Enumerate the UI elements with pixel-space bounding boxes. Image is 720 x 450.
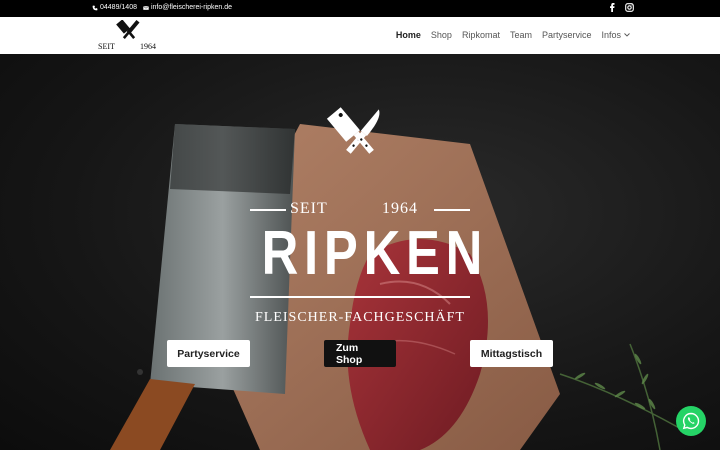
- site-logo[interactable]: SEIT 1964: [96, 19, 162, 52]
- site-header: SEIT 1964 Home Shop Ripkomat Team Partys…: [0, 17, 720, 54]
- top-bar: 04489/1408 info@fleischerei-ripken.de: [0, 0, 720, 17]
- crossed-knives-icon: [326, 107, 380, 154]
- hero-logo: SEIT 1964 RIPKEN FLEISCHER-FACHGESCHÄFT: [240, 104, 489, 334]
- nav-team-label: Team: [509, 30, 532, 40]
- hero-year: 1964: [382, 200, 418, 217]
- nav-infos-label: Infos: [601, 30, 621, 40]
- nav-partyservice-label: Partyservice: [541, 30, 592, 40]
- phone-icon: [92, 5, 98, 10]
- shop-button[interactable]: Zum Shop: [324, 340, 396, 367]
- whatsapp-icon: [682, 412, 700, 430]
- nav-ripkomat[interactable]: Ripkomat: [462, 30, 500, 40]
- mittagstisch-button-label: Mittagstisch: [480, 347, 543, 360]
- svg-text:1964: 1964: [140, 42, 156, 51]
- nav-shop-label: Shop: [430, 30, 452, 40]
- nav-home-label: Home: [395, 30, 421, 40]
- instagram-icon[interactable]: [625, 3, 634, 12]
- partyservice-button-label: Partyservice: [177, 347, 240, 360]
- svg-text:SEIT: SEIT: [98, 42, 115, 51]
- hero-subtitle: FLEISCHER-FACHGESCHÄFT: [255, 310, 465, 325]
- nav-home[interactable]: Home: [396, 30, 421, 40]
- divider-left: [250, 209, 286, 211]
- hero-brand: RIPKEN: [261, 219, 489, 288]
- mittagstisch-button[interactable]: Mittagstisch: [470, 340, 553, 367]
- phone-link[interactable]: 04489/1408: [92, 4, 137, 11]
- divider-bottom: [250, 296, 470, 298]
- email-address: info@fleischerei-ripken.de: [150, 4, 233, 11]
- main-nav: Home Shop Ripkomat Team Partyservice Inf…: [396, 30, 630, 40]
- divider-right: [434, 209, 470, 211]
- nav-shop[interactable]: Shop: [431, 30, 452, 40]
- social-links: [608, 3, 634, 12]
- knives-logo-icon: SEIT 1964: [98, 19, 156, 51]
- contact-info: 04489/1408 info@fleischerei-ripken.de: [92, 4, 232, 11]
- nav-ripkomat-label: Ripkomat: [461, 30, 500, 40]
- hero-section: SEIT 1964 RIPKEN FLEISCHER-FACHGESCHÄFT …: [0, 54, 720, 450]
- chevron-down-icon: [624, 33, 630, 37]
- envelope-icon: [143, 5, 149, 10]
- whatsapp-button[interactable]: [676, 406, 706, 436]
- nav-team[interactable]: Team: [510, 30, 532, 40]
- nav-infos[interactable]: Infos: [601, 30, 630, 40]
- email-link[interactable]: info@fleischerei-ripken.de: [143, 4, 232, 11]
- facebook-icon[interactable]: [608, 3, 616, 12]
- hero-seit: SEIT: [290, 200, 328, 217]
- partyservice-button[interactable]: Partyservice: [167, 340, 250, 367]
- phone-number: 04489/1408: [100, 4, 137, 11]
- shop-button-label: Zum Shop: [336, 341, 363, 366]
- nav-partyservice[interactable]: Partyservice: [542, 30, 592, 40]
